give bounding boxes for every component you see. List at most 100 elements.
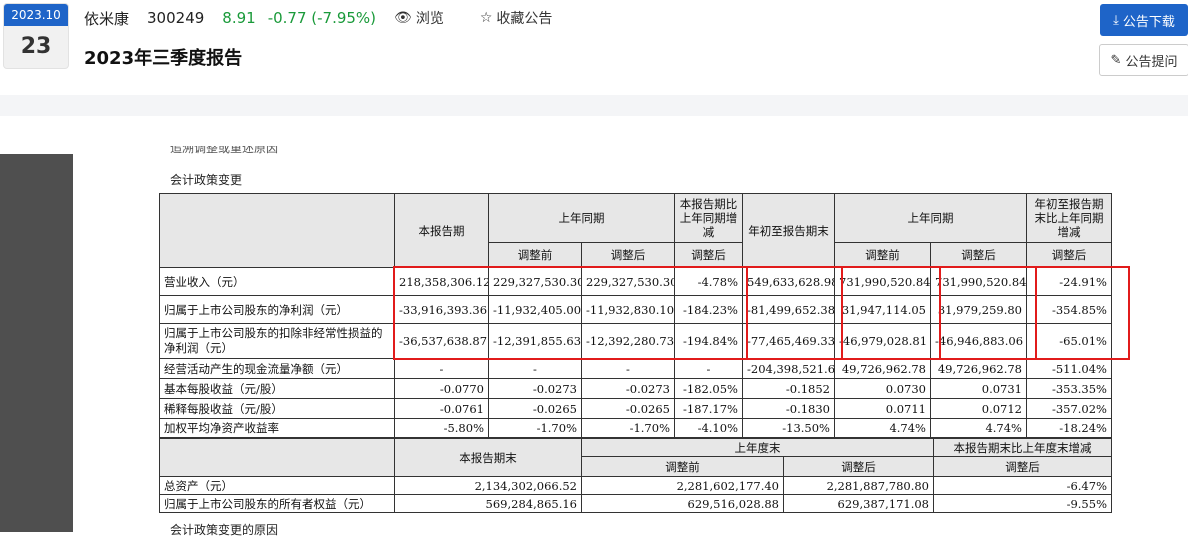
cell: -204,398,521.69 bbox=[742, 358, 835, 379]
table-row: 加权平均净资产收益率 -5.80% -1.70% -1.70% -4.10% -… bbox=[159, 418, 1112, 438]
cell: -33,916,393.36 bbox=[394, 295, 489, 324]
cell: -0.0265 bbox=[581, 398, 675, 419]
cell: -24.91% bbox=[1026, 267, 1112, 296]
download-icon: ⤓ bbox=[1113, 12, 1119, 28]
favorite-label: 收藏公告 bbox=[496, 11, 553, 27]
table-row: 基本每股收益（元/股） -0.0770 -0.0273 -0.0273 -182… bbox=[159, 378, 1112, 399]
cell: -0.0273 bbox=[488, 378, 582, 399]
sub-before-2: 调整前 bbox=[834, 242, 931, 268]
section-title: 会计政策变更 bbox=[170, 173, 243, 187]
cell: -511.04% bbox=[1026, 358, 1112, 379]
stock-info-line: 依米康 300249 8.91 -0.77 (-7.95%) 👁 浏览 ☆ 收藏… bbox=[84, 8, 588, 28]
viewer-side-panel bbox=[0, 154, 73, 532]
stock-name[interactable]: 依米康 bbox=[84, 8, 129, 29]
cell: -0.0265 bbox=[488, 398, 582, 419]
page-title: 2023年三季度报告 bbox=[84, 48, 243, 69]
cell: 0.0730 bbox=[834, 378, 931, 399]
row-label: 营业收入（元） bbox=[159, 267, 395, 296]
cell: -12,391,855.63 bbox=[488, 323, 582, 359]
divider-band bbox=[0, 95, 1188, 116]
row-label: 总资产（元） bbox=[159, 476, 395, 495]
cell: 229,327,530.30 bbox=[488, 267, 582, 296]
cell: -65.01% bbox=[1026, 323, 1112, 359]
cell: -0.0770 bbox=[394, 378, 489, 399]
header-same-last-year: 上年同期 bbox=[488, 193, 675, 243]
cell: -182.05% bbox=[674, 378, 743, 399]
cell: -357.02% bbox=[1026, 398, 1112, 419]
header-last-year-end: 上年度末 bbox=[581, 438, 934, 457]
table-row: 归属于上市公司股东的净利润（元） -33,916,393.36 -11,932,… bbox=[159, 295, 1112, 324]
cell: -13.50% bbox=[742, 418, 835, 438]
header-period-end: 本报告期末 bbox=[394, 438, 582, 477]
cell: -353.35% bbox=[1026, 378, 1112, 399]
header-period-change: 本报告期比上年同期增减 bbox=[674, 193, 743, 243]
cell: 31,947,114.05 bbox=[834, 295, 931, 324]
download-button[interactable]: ⤓ 公告下载 bbox=[1100, 4, 1188, 36]
cell: -18.24% bbox=[1026, 418, 1112, 438]
sub-before: 调整前 bbox=[581, 456, 784, 477]
cell: -194.84% bbox=[674, 323, 743, 359]
cell: -81,499,652.38 bbox=[742, 295, 835, 324]
row-label: 归属于上市公司股东的所有者权益（元） bbox=[159, 494, 395, 513]
date-badge: 2023.10 23 bbox=[3, 3, 69, 69]
browse-count: 👁 浏览 bbox=[394, 8, 462, 28]
cell: 0.0711 bbox=[834, 398, 931, 419]
download-label: 公告下载 bbox=[1122, 14, 1175, 30]
cell: 0.0731 bbox=[930, 378, 1027, 399]
cell: -354.85% bbox=[1026, 295, 1112, 324]
cut-off-text: 追溯调整或重述原因 bbox=[170, 146, 279, 155]
cell: 731,990,520.84 bbox=[834, 267, 931, 296]
cell: -184.23% bbox=[674, 295, 743, 324]
sub-after: 调整后 bbox=[581, 242, 675, 268]
stock-code: 300249 bbox=[147, 9, 205, 27]
cell: -4.10% bbox=[674, 418, 743, 438]
header-same-last-year-2: 上年同期 bbox=[834, 193, 1027, 243]
header-ytd: 年初至报告期末 bbox=[742, 193, 835, 268]
cell: -0.1830 bbox=[742, 398, 835, 419]
ask-question-button[interactable]: ✎ 公告提问 bbox=[1099, 44, 1188, 76]
row-label: 归属于上市公司股东的净利润（元） bbox=[159, 295, 395, 324]
row-label: 归属于上市公司股东的扣除非经常性损益的净利润（元） bbox=[159, 323, 395, 359]
cell: 569,284,865.16 bbox=[394, 494, 582, 513]
date-day: 23 bbox=[20, 34, 52, 59]
sub-after-3: 调整后 bbox=[930, 242, 1027, 268]
cell: -46,946,883.06 bbox=[930, 323, 1027, 359]
stock-change: -0.77 (-7.95%) bbox=[267, 9, 377, 27]
favorite-button[interactable]: ☆ 收藏公告 bbox=[480, 8, 571, 28]
cut-off-bottom-text: 会计政策变更的原因 bbox=[170, 523, 279, 537]
cell: -1.70% bbox=[488, 418, 582, 438]
stock-price: 8.91 bbox=[222, 9, 256, 27]
cell: 629,516,028.88 bbox=[581, 494, 784, 513]
edit-icon: ✎ bbox=[1110, 52, 1122, 68]
date-year-month: 2023.10 bbox=[4, 4, 68, 26]
table-row: 稀释每股收益（元/股） -0.0761 -0.0265 -0.0265 -187… bbox=[159, 398, 1112, 419]
cell: -11,932,405.00 bbox=[488, 295, 582, 324]
cell: 49,726,962.78 bbox=[834, 358, 931, 379]
sub-after: 调整后 bbox=[783, 456, 934, 477]
cell: -6.47% bbox=[933, 476, 1112, 495]
header-period-end-change: 本报告期末比上年度末增减 bbox=[933, 438, 1112, 457]
cell: -11,932,830.10 bbox=[581, 295, 675, 324]
sub-before: 调整前 bbox=[488, 242, 582, 268]
table-header-blank bbox=[159, 438, 395, 477]
cell: 49,726,962.78 bbox=[930, 358, 1027, 379]
cell: 31,979,259.80 bbox=[930, 295, 1027, 324]
table-row: 归属于上市公司股东的所有者权益（元） 569,284,865.16 629,51… bbox=[159, 494, 1112, 513]
cell: -0.1852 bbox=[742, 378, 835, 399]
cell: 0.0712 bbox=[930, 398, 1027, 419]
cell: 549,633,628.98 bbox=[742, 267, 835, 296]
table-row: 营业收入（元） 218,358,306.12 229,327,530.30 22… bbox=[159, 267, 1112, 296]
table-header-blank bbox=[159, 193, 395, 268]
cell: -36,537,638.87 bbox=[394, 323, 489, 359]
cell: 218,358,306.12 bbox=[394, 267, 489, 296]
cell: -46,979,028.81 bbox=[834, 323, 931, 359]
header-ytd-change: 年初至报告期末比上年同期增减 bbox=[1026, 193, 1112, 243]
sub-after-2: 调整后 bbox=[933, 456, 1112, 477]
cell: 629,387,171.08 bbox=[783, 494, 934, 513]
cell: 229,327,530.30 bbox=[581, 267, 675, 296]
cell: -0.0273 bbox=[581, 378, 675, 399]
row-label: 基本每股收益（元/股） bbox=[159, 378, 395, 399]
cell: 2,281,887,780.80 bbox=[783, 476, 934, 495]
cell: 731,990,520.84 bbox=[930, 267, 1027, 296]
star-icon: ☆ bbox=[479, 10, 493, 26]
